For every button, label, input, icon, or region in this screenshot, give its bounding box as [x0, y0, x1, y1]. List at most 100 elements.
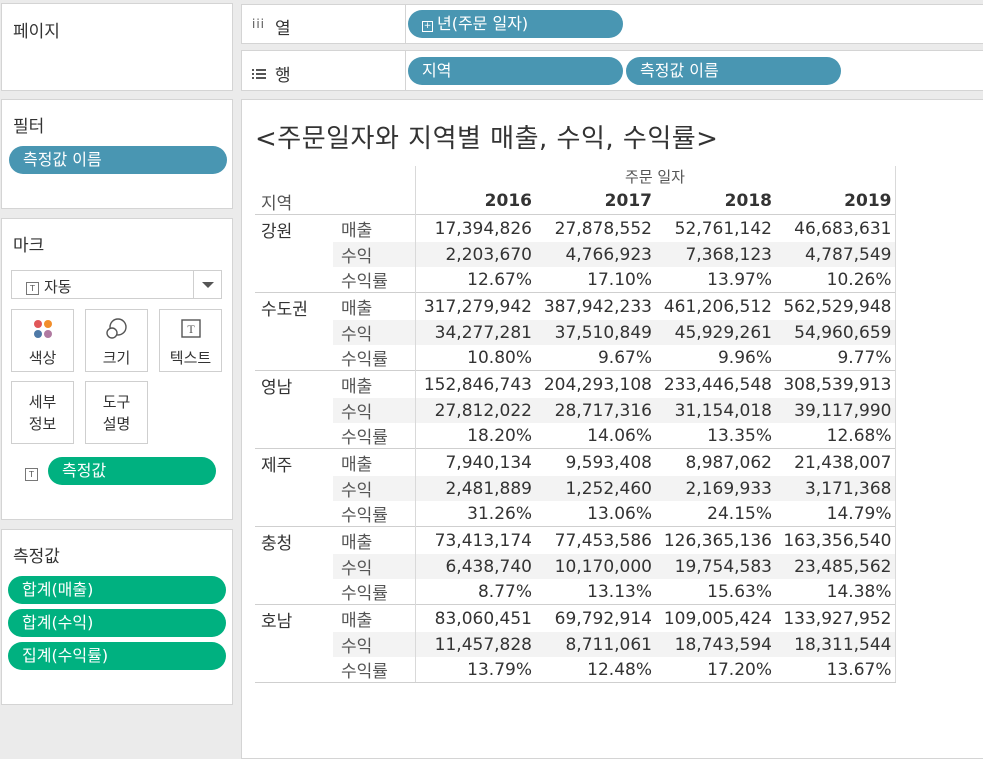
table-cell: 461,206,512 — [655, 292, 775, 320]
rows-pill-measure-names[interactable]: 측정값 이름 — [626, 57, 841, 85]
rows-shelf-icon — [252, 65, 266, 84]
row-header-measure: 매출 — [333, 214, 415, 242]
table-cell: 14.06% — [587, 425, 652, 446]
table-cell: 308,539,913 — [775, 370, 896, 398]
table-cell: 9,593,408 — [535, 448, 655, 476]
table-cell: 13.67% — [775, 657, 896, 683]
table-cell: 24.15% — [707, 503, 772, 524]
pages-card: 페이지 — [1, 3, 233, 91]
table-cell: 11,457,828 — [414, 632, 535, 657]
table-cell: 8.77% — [414, 579, 535, 605]
table-cell: 3,171,368 — [775, 476, 896, 501]
crosstab: 주문 일자 지역 2016 2017 2018 2019 강원 매출 17,394,826… — [255, 166, 896, 683]
row-header-region: 제주 — [255, 448, 333, 476]
row-header-measure: 수익률 — [333, 657, 415, 683]
table-cell: 12.68% — [775, 423, 896, 449]
size-label: 크기 — [102, 349, 131, 367]
rows-shelf-label: 행 — [275, 66, 291, 86]
column-header-year: 2018 — [724, 190, 772, 211]
table-cell: 77,453,586 — [535, 526, 655, 554]
table-cell: 6,438,740 — [414, 554, 535, 579]
table-cell: 17.20% — [655, 657, 775, 683]
columns-pill-order-date-year[interactable]: + 년(주문 일자) — [408, 10, 623, 38]
table-cell: 15.63% — [707, 581, 772, 602]
row-header-region: 충청 — [255, 526, 333, 554]
table-cell: 12.67% — [414, 267, 535, 293]
size-button[interactable]: 크기 — [85, 309, 148, 372]
table-cell: 13.13% — [587, 581, 652, 602]
row-header-measure: 수익률 — [341, 428, 388, 448]
table-cell: 12.48% — [535, 657, 655, 683]
row-header-measure: 수익률 — [341, 506, 388, 526]
tooltip-label-line2: 설명 — [102, 415, 131, 433]
table-cell: 109,005,424 — [655, 604, 775, 632]
table-cell: 23,485,562 — [775, 554, 896, 579]
text-encoding-pill-measures[interactable]: 측정값 — [48, 457, 216, 485]
table-cell: 387,942,233 — [535, 292, 655, 320]
columns-shelf-icon: iii — [252, 17, 266, 31]
table-cell: 4,766,923 — [535, 242, 655, 267]
table-cell: 7,368,123 — [655, 242, 775, 267]
mark-type-dropdown[interactable]: T 자동 — [11, 270, 222, 299]
table-cell: 10,170,000 — [535, 554, 655, 579]
size-icon — [86, 318, 147, 340]
table-cell: 83,060,451 — [414, 604, 535, 632]
columns-shelf-label: 열 — [275, 19, 291, 39]
detail-button[interactable]: 세부 정보 — [11, 381, 74, 444]
row-header-measure: 수익 — [333, 554, 415, 579]
tooltip-button[interactable]: 도구 설명 — [85, 381, 148, 444]
table-cell: 13.79% — [414, 657, 535, 683]
table-cell: 562,529,948 — [775, 292, 896, 320]
color-icon — [12, 318, 73, 340]
table-cell: 31,154,018 — [655, 398, 775, 423]
table-cell: 21,438,007 — [775, 448, 896, 476]
filters-card-title: 필터 — [13, 117, 45, 137]
chevron-down-icon — [193, 271, 221, 298]
rows-pill-region[interactable]: 지역 — [408, 57, 623, 85]
measure-values-card-title: 측정값 — [13, 547, 60, 567]
table-cell: 54,960,659 — [775, 320, 896, 345]
filters-card: 필터 측정값 이름 — [1, 99, 233, 209]
column-header-year: 2017 — [604, 190, 652, 211]
table-cell: 14.79% — [775, 501, 896, 527]
table-cell: 233,446,548 — [655, 370, 775, 398]
table-cell: 18,743,594 — [655, 632, 775, 657]
expand-plus-icon[interactable]: + — [422, 21, 433, 32]
row-header-measure: 매출 — [333, 292, 415, 320]
color-button[interactable]: 색상 — [11, 309, 74, 372]
table-cell: 317,279,942 — [414, 292, 535, 320]
table-cell: 8,711,061 — [535, 632, 655, 657]
filter-pill-measure-names[interactable]: 측정값 이름 — [9, 146, 227, 174]
table-cell: 14.38% — [775, 579, 896, 605]
table-cell: 28,717,316 — [535, 398, 655, 423]
row-header-measure: 매출 — [333, 448, 415, 476]
table-cell: 4,787,549 — [775, 242, 896, 267]
table-cell: 2,203,670 — [414, 242, 535, 267]
table-cell: 10.80% — [414, 345, 535, 371]
row-header-measure: 수익 — [333, 242, 415, 267]
table-cell: 2,169,933 — [655, 476, 775, 501]
row-header-measure: 수익률 — [341, 584, 388, 604]
row-header-measure: 매출 — [333, 526, 415, 554]
tooltip-label-line1: 도구 — [102, 393, 131, 411]
table-cell: 9.67% — [597, 347, 652, 368]
row-header-measure: 수익률 — [341, 272, 388, 292]
text-label: 텍스트 — [169, 349, 212, 367]
table-cell: 13.35% — [707, 425, 772, 446]
table-cell: 46,683,631 — [775, 214, 896, 242]
table-cell: 45,929,261 — [655, 320, 775, 345]
table-cell: 8,987,062 — [655, 448, 775, 476]
columns-pill-label: 년(주문 일자) — [437, 14, 529, 33]
column-header-order-date: 주문 일자 — [414, 166, 896, 187]
table-cell: 18,311,544 — [775, 632, 896, 657]
measure-pill-profit-ratio[interactable]: 집계(수익률) — [8, 642, 226, 670]
text-button[interactable]: T 텍스트 — [159, 309, 222, 372]
row-header-measure: 수익 — [333, 632, 415, 657]
color-label: 색상 — [28, 349, 57, 367]
table-cell: 126,365,136 — [655, 526, 775, 554]
measure-pill-sales[interactable]: 합계(매출) — [8, 576, 226, 604]
column-header-year: 2019 — [775, 187, 896, 215]
detail-label-line1: 세부 — [28, 393, 57, 411]
measure-pill-profit[interactable]: 합계(수익) — [8, 609, 226, 637]
table-cell: 18.20% — [414, 423, 535, 449]
